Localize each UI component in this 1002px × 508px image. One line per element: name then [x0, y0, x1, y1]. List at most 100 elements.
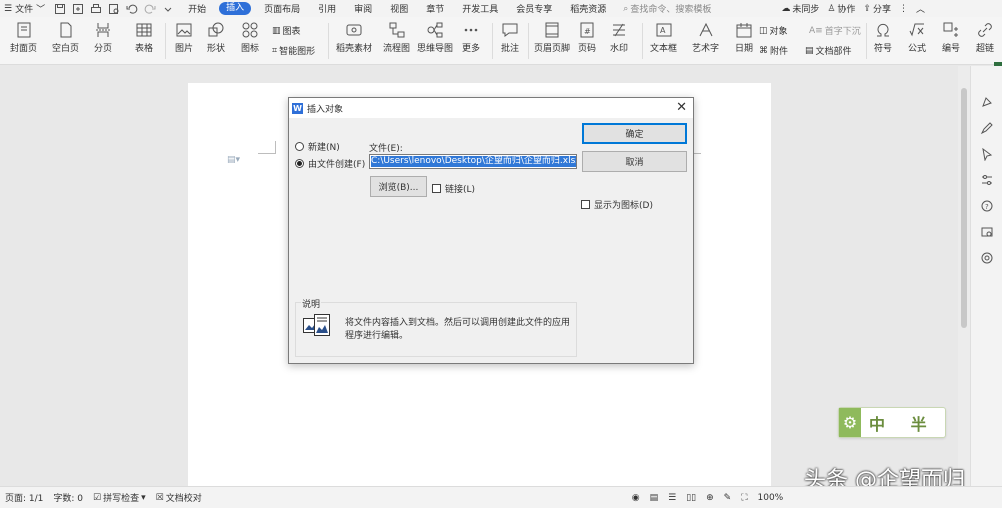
- sync-status[interactable]: ☁ 未同步: [777, 0, 823, 17]
- tab-sections[interactable]: 章节: [417, 0, 453, 17]
- tab-docer[interactable]: 稻壳资源: [561, 0, 615, 17]
- tab-insert[interactable]: 插入: [219, 2, 252, 15]
- tab-review[interactable]: 审阅: [345, 0, 381, 17]
- textbox-icon: A: [654, 19, 674, 41]
- ribbon-page-number[interactable]: # 页码: [577, 19, 597, 54]
- write-mode-icon[interactable]: ✎: [719, 493, 737, 503]
- preview-icon[interactable]: [108, 3, 120, 15]
- help-icon[interactable]: ?: [980, 199, 994, 213]
- ribbon-textbox[interactable]: A 文本框: [650, 19, 677, 54]
- ribbon-label: 文本框: [650, 44, 678, 54]
- redo-icon[interactable]: [144, 3, 156, 15]
- wps-logo-icon: W: [292, 102, 303, 114]
- zoom-level[interactable]: 100%: [753, 493, 789, 503]
- paragraph-handle-icon[interactable]: ▤▾: [227, 155, 240, 165]
- vertical-scrollbar[interactable]: [958, 66, 970, 486]
- undo-icon[interactable]: [126, 3, 138, 15]
- ribbon-smart-art[interactable]: ⌗ 智能图形: [272, 44, 315, 58]
- ribbon-flowchart[interactable]: 流程图: [383, 19, 410, 54]
- web-view-icon[interactable]: ⊕: [701, 493, 719, 503]
- location-icon[interactable]: [980, 251, 994, 265]
- link-checkbox[interactable]: 链接(L): [432, 182, 475, 195]
- word-count[interactable]: 字数: 0: [48, 491, 88, 504]
- ribbon-date[interactable]: 日期: [734, 19, 754, 54]
- save-icon[interactable]: [54, 3, 66, 15]
- ribbon-docer-material[interactable]: 稻壳素材: [336, 19, 372, 54]
- cancel-button[interactable]: 取消: [582, 151, 687, 172]
- close-icon[interactable]: ✕: [676, 100, 687, 115]
- display-as-icon-checkbox[interactable]: 显示为图标(D): [581, 198, 653, 211]
- menu-bar: ☰ 文件 ﹀ 开始 插入 页面布局 引用 审阅 视图 章节 开发工具 会员专享 …: [0, 0, 1002, 17]
- ribbon-doc-parts[interactable]: ▤ 文档部件: [805, 44, 852, 58]
- ribbon-hyperlink[interactable]: 超链: [975, 19, 995, 54]
- image-tool-icon[interactable]: [980, 225, 994, 239]
- ribbon-divider: [528, 23, 529, 59]
- style-icon[interactable]: [980, 95, 994, 109]
- ribbon-more[interactable]: 更多: [461, 19, 481, 54]
- tab-member[interactable]: 会员专享: [507, 0, 561, 17]
- ribbon-label: 水印: [609, 44, 628, 54]
- browse-button[interactable]: 浏览(B)...: [370, 176, 427, 197]
- ribbon-page-break[interactable]: 分页: [93, 19, 113, 54]
- tab-page-layout[interactable]: 页面布局: [255, 0, 309, 17]
- dialog-title: 插入对象: [307, 104, 344, 115]
- ribbon-object[interactable]: ◫ 对象: [759, 24, 788, 38]
- customize-icon[interactable]: [162, 3, 174, 15]
- dialog-titlebar[interactable]: W 插入对象 ✕: [289, 98, 693, 118]
- ribbon-numbering[interactable]: 编号: [941, 19, 961, 54]
- insert-object-dialog: W 插入对象 ✕ 新建(N) 由文件创建(F) 文件(E): C:\Users\…: [288, 97, 694, 364]
- ribbon-attachment[interactable]: ⌘ 附件: [759, 44, 788, 58]
- command-search[interactable]: ⌕ 查找命令、搜索模板: [619, 0, 715, 17]
- fit-page-icon[interactable]: ⛶: [736, 493, 752, 503]
- tab-developer[interactable]: 开发工具: [453, 0, 507, 17]
- collapse-ribbon-icon[interactable]: ︿: [912, 0, 929, 17]
- paperclip-icon: ⌘: [759, 45, 768, 56]
- ok-button[interactable]: 确定: [582, 123, 687, 144]
- ribbon-chart[interactable]: ▥ 图表: [272, 24, 301, 38]
- page-indicator[interactable]: 页面: 1/1: [0, 491, 48, 504]
- cursor-icon[interactable]: [980, 147, 994, 162]
- checkbox-checked-icon: ☑: [93, 492, 102, 503]
- ribbon-formula[interactable]: 公式: [907, 19, 927, 54]
- share-button[interactable]: ⇪ 分享: [859, 0, 895, 17]
- eye-protection-icon[interactable]: ◉: [627, 493, 645, 503]
- link-checkbox-label: 链接(L): [445, 185, 476, 195]
- print-icon[interactable]: [90, 3, 102, 15]
- file-menu[interactable]: ☰ 文件 ﹀: [0, 0, 49, 17]
- radio-create-new[interactable]: 新建(N): [295, 140, 340, 153]
- more-icon[interactable]: ⋮: [895, 0, 912, 17]
- collab-button[interactable]: ♙ 协作: [823, 0, 859, 17]
- sliders-icon[interactable]: [980, 173, 994, 187]
- ribbon-table[interactable]: 表格: [134, 19, 154, 54]
- ribbon-mindmap[interactable]: 思维导图: [417, 19, 453, 54]
- file-path-input[interactable]: C:\Users\lenovo\Desktop\企望而归\企望而归.xlsx: [369, 154, 577, 169]
- outline-view-icon[interactable]: ☰: [663, 493, 681, 503]
- quick-access-toolbar: [49, 0, 179, 17]
- radio-create-from-file[interactable]: 由文件创建(F): [295, 157, 365, 170]
- ribbon-cover-page[interactable]: 封面页: [10, 19, 37, 54]
- doc-check-button[interactable]: ☒ 文档校对: [151, 491, 207, 505]
- scrollbar-thumb[interactable]: [961, 88, 967, 328]
- ribbon-picture[interactable]: 图片: [174, 19, 194, 54]
- ribbon-drop-cap[interactable]: A≡ 首字下沉: [809, 24, 861, 38]
- ribbon-wordart[interactable]: 艺术字: [692, 19, 719, 54]
- tab-view[interactable]: 视图: [381, 0, 417, 17]
- ribbon-watermark[interactable]: 水印: [609, 19, 629, 54]
- ribbon-icons[interactable]: 图标: [240, 19, 260, 54]
- ribbon-shape[interactable]: 形状: [206, 19, 226, 54]
- ribbon-label: 编号: [941, 44, 960, 54]
- share-label: 分享: [872, 5, 891, 15]
- pen-icon[interactable]: [980, 121, 994, 135]
- page-break-icon: [93, 19, 113, 41]
- spellcheck-toggle[interactable]: ☑ 拼写检查 ▾: [88, 491, 151, 505]
- ribbon-header-footer[interactable]: 页眉页脚: [534, 19, 570, 54]
- tab-references[interactable]: 引用: [309, 0, 345, 17]
- ribbon-blank-page[interactable]: 空白页: [52, 19, 79, 54]
- brand-text: 中 半: [869, 414, 937, 434]
- tab-home[interactable]: 开始: [179, 0, 215, 17]
- reading-view-icon[interactable]: ▯▯: [681, 493, 701, 503]
- page-view-icon[interactable]: ▤: [645, 493, 664, 503]
- ribbon-comment[interactable]: 批注: [500, 19, 520, 54]
- export-icon[interactable]: [72, 3, 84, 15]
- ribbon-symbol[interactable]: 符号: [873, 19, 893, 54]
